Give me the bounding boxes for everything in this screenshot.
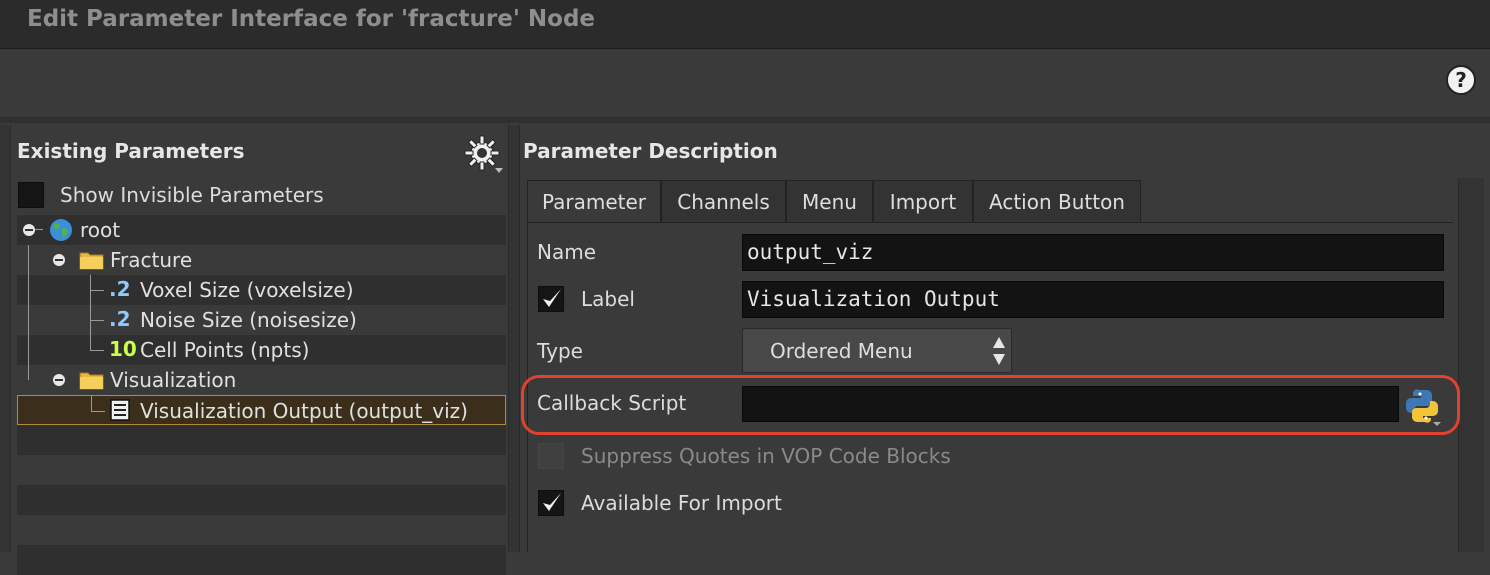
tab-channels[interactable]: Channels (661, 180, 786, 223)
tree-row-noisesize[interactable]: .2 Noise Size (noisesize) (17, 305, 506, 335)
tree-connector (91, 411, 105, 412)
toolbar (0, 49, 1490, 117)
tab-import[interactable]: Import (873, 180, 973, 223)
folder-icon (79, 372, 104, 390)
tree-connector (28, 245, 29, 275)
tree-connector (90, 335, 91, 350)
tree-connector (28, 335, 29, 365)
type-menu-value: Ordered Menu (770, 339, 913, 363)
float-parameter-icon: .2 (109, 277, 131, 301)
collapse-icon[interactable] (53, 254, 65, 266)
panel-splitter[interactable] (508, 125, 520, 552)
type-label: Type (537, 339, 583, 363)
tree-connector (35, 229, 43, 230)
tree-row-root[interactable]: root (17, 215, 506, 245)
float-parameter-icon: .2 (109, 307, 131, 331)
tree-connector (90, 350, 104, 351)
window-titlebar: Edit Parameter Interface for 'fracture' … (0, 0, 1490, 49)
tree-label: Noise Size (noisesize) (140, 308, 357, 332)
type-menu[interactable]: Ordered Menu (742, 328, 1012, 373)
tree-connector (28, 365, 29, 380)
menu-parameter-icon (110, 399, 130, 421)
checkmark-icon (543, 289, 561, 307)
label-label: Label (581, 287, 635, 311)
parameter-tree: root Fracture .2 Voxel Size (voxelsize) … (17, 215, 506, 575)
tree-label: Voxel Size (voxelsize) (140, 278, 354, 302)
gear-icon[interactable] (463, 134, 503, 174)
tree-connector (28, 305, 29, 335)
checkmark-icon (543, 493, 561, 511)
int-parameter-icon: 10 (109, 337, 137, 361)
callback-script-highlight (521, 375, 1460, 435)
folder-icon (79, 252, 104, 270)
show-invisible-checkbox[interactable] (18, 182, 44, 208)
available-for-import-label: Available For Import (581, 491, 782, 515)
svg-text:?: ? (1455, 68, 1467, 92)
show-invisible-label: Show Invisible Parameters (60, 183, 324, 207)
suppress-quotes-label: Suppress Quotes in VOP Code Blocks (581, 444, 951, 468)
label-field[interactable]: Visualization Output (742, 281, 1444, 318)
tree-connector (91, 396, 92, 411)
globe-icon (50, 219, 72, 241)
collapse-icon[interactable] (53, 374, 65, 386)
tree-label: Visualization (110, 368, 237, 392)
tree-row-empty (17, 485, 506, 515)
parameter-description-heading: Parameter Description (523, 139, 778, 163)
tab-action-button[interactable]: Action Button (973, 180, 1141, 223)
label-checkbox[interactable] (538, 286, 564, 312)
name-field[interactable]: output_viz (742, 234, 1444, 271)
tree-connector (90, 320, 104, 321)
tree-label: Visualization Output (output_viz) (140, 399, 468, 423)
tree-label: Cell Points (npts) (140, 338, 310, 362)
tree-connector (90, 290, 104, 291)
help-icon[interactable]: ? (1445, 64, 1477, 96)
tree-row-npts[interactable]: 10 Cell Points (npts) (17, 335, 506, 365)
available-for-import-checkbox[interactable] (538, 490, 564, 516)
tree-label: root (80, 218, 121, 242)
window-title: Edit Parameter Interface for 'fracture' … (27, 6, 596, 32)
tree-label: Fracture (110, 248, 193, 272)
suppress-quotes-checkbox[interactable] (538, 443, 564, 469)
tree-row-empty (17, 545, 506, 575)
tree-connector (28, 275, 29, 305)
tree-row-empty (17, 455, 506, 485)
right-scrollbar[interactable] (1458, 178, 1484, 552)
tree-row-output-viz[interactable]: Visualization Output (output_viz) (17, 395, 506, 425)
tab-parameter[interactable]: Parameter (527, 180, 661, 224)
tree-row-empty (17, 425, 506, 455)
left-panel-edge (0, 125, 11, 552)
tree-row-fracture[interactable]: Fracture (17, 245, 506, 275)
collapse-icon[interactable] (23, 224, 35, 236)
existing-parameters-heading: Existing Parameters (17, 139, 245, 163)
tree-row-voxelsize[interactable]: .2 Voxel Size (voxelsize) (17, 275, 506, 305)
tree-row-empty (17, 515, 506, 545)
tree-row-visualization[interactable]: Visualization (17, 365, 506, 395)
name-label: Name (537, 240, 597, 264)
tab-menu[interactable]: Menu (786, 180, 873, 223)
updown-arrows-icon (993, 337, 1005, 365)
